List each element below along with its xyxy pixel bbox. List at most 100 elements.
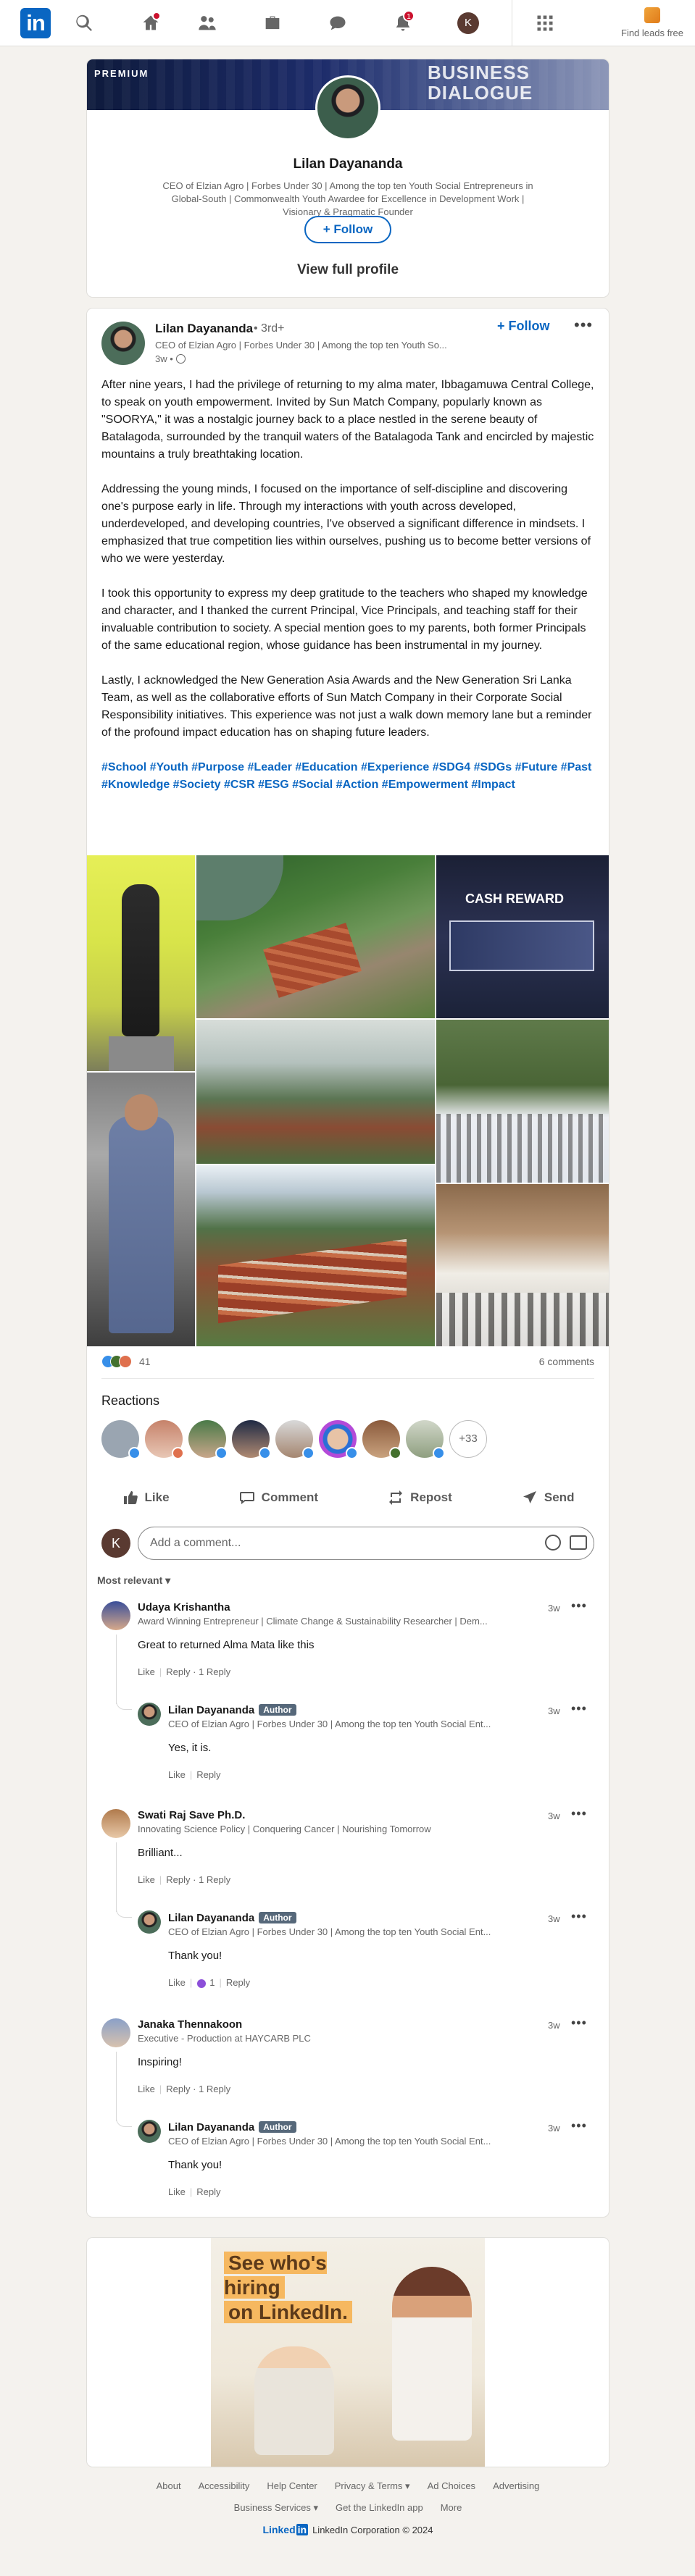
ad-card[interactable]: See who's hiring on LinkedIn. bbox=[87, 2238, 609, 2467]
commenter-name[interactable]: Janaka Thennakoon bbox=[138, 2018, 242, 2031]
footer-link-privacy-terms[interactable]: Privacy & Terms ▾ bbox=[335, 2480, 410, 2492]
reactions-count[interactable]: 41 bbox=[139, 1356, 151, 1367]
reply-more-icon[interactable]: ••• bbox=[571, 2118, 587, 2134]
follow-button[interactable]: + Follow bbox=[304, 216, 391, 243]
footer-link-advertising[interactable]: Advertising bbox=[493, 2480, 539, 2492]
me-menu[interactable]: K bbox=[455, 10, 481, 36]
like-button[interactable]: Like bbox=[122, 1480, 170, 1516]
photo-statue[interactable] bbox=[87, 855, 195, 1071]
comments-count[interactable]: 6 comments bbox=[539, 1356, 594, 1367]
commenter-name[interactable]: Swati Raj Save Ph.D. bbox=[138, 1809, 245, 1821]
find-leads-link[interactable]: Find leads free bbox=[616, 7, 688, 38]
comment-like-link[interactable]: Like bbox=[138, 2084, 155, 2094]
more-reactors-button[interactable]: +33 bbox=[449, 1420, 487, 1458]
photo-aerial-campus[interactable] bbox=[196, 1165, 435, 1346]
reactor-avatar[interactable] bbox=[362, 1420, 401, 1459]
comment-like-link[interactable]: Like bbox=[138, 1666, 155, 1677]
reply-reply-link[interactable]: Reply bbox=[196, 1769, 220, 1780]
photo-aerial-school[interactable] bbox=[196, 855, 435, 1018]
comment-time: 3w bbox=[548, 1603, 560, 1614]
reactor-avatar[interactable] bbox=[188, 1420, 228, 1459]
reply-author-name[interactable]: Lilan Dayananda Author bbox=[168, 1704, 296, 1716]
comment-reply-link[interactable]: Reply bbox=[166, 2084, 190, 2094]
reply-author-avatar[interactable] bbox=[138, 1703, 161, 1726]
commenter-avatar[interactable] bbox=[101, 2018, 130, 2047]
comment-sort-dropdown[interactable]: Most relevant ▾ bbox=[97, 1574, 170, 1587]
like-badge-icon bbox=[128, 1447, 141, 1459]
reply-author-avatar[interactable] bbox=[138, 2120, 161, 2143]
comment-more-icon[interactable]: ••• bbox=[571, 1806, 587, 1821]
reply-count[interactable]: · 1 Reply bbox=[193, 2084, 230, 2094]
photo-speech-podium[interactable] bbox=[436, 1184, 609, 1346]
post-author-name[interactable]: Lilan Dayananda bbox=[155, 322, 253, 336]
reply-more-icon[interactable]: ••• bbox=[571, 1701, 587, 1716]
search-icon[interactable] bbox=[71, 10, 97, 36]
post-photo-grid[interactable]: CASH REWARD bbox=[87, 855, 609, 1346]
reply-like-link[interactable]: Like bbox=[168, 1769, 186, 1780]
comment-reply-link[interactable]: Reply bbox=[166, 1666, 190, 1677]
footer-link-about[interactable]: About bbox=[157, 2480, 181, 2492]
profile-photo[interactable] bbox=[315, 75, 380, 140]
reply-author-avatar[interactable] bbox=[138, 1910, 161, 1934]
reply-author-name[interactable]: Lilan Dayananda Author bbox=[168, 1912, 296, 1924]
comment-button[interactable]: Comment bbox=[238, 1480, 318, 1516]
post-hashtags[interactable]: #School #Youth #Purpose #Leader #Educati… bbox=[101, 759, 594, 794]
linkedin-logo[interactable]: in bbox=[20, 8, 51, 38]
post-more-options-icon[interactable]: ••• bbox=[574, 316, 593, 335]
photo-mountain-view[interactable] bbox=[196, 1020, 435, 1164]
comment-reply-link[interactable]: Reply bbox=[166, 1874, 190, 1885]
repost-button[interactable]: Repost bbox=[387, 1480, 452, 1516]
comment-more-icon[interactable]: ••• bbox=[571, 1598, 587, 1614]
image-icon[interactable] bbox=[570, 1535, 587, 1550]
reactor-avatar[interactable] bbox=[406, 1420, 445, 1459]
commenter-name[interactable]: Udaya Krishantha bbox=[138, 1601, 230, 1614]
footer-link-accessibility[interactable]: Accessibility bbox=[199, 2480, 250, 2492]
commenter-avatar[interactable] bbox=[101, 1809, 130, 1838]
reactor-avatar[interactable] bbox=[101, 1420, 141, 1459]
reply-reply-link[interactable]: Reply bbox=[226, 1977, 250, 1988]
comment-more-icon[interactable]: ••• bbox=[571, 2015, 587, 2031]
view-full-profile-link[interactable]: View full profile bbox=[87, 262, 609, 278]
home-icon[interactable] bbox=[138, 10, 164, 36]
jobs-icon[interactable] bbox=[259, 10, 286, 36]
reply-author-name[interactable]: Lilan Dayananda Author bbox=[168, 2121, 296, 2134]
reactor-avatar[interactable] bbox=[232, 1420, 271, 1459]
post-follow-button[interactable]: + Follow bbox=[497, 319, 550, 334]
footer-link-more[interactable]: More bbox=[441, 2502, 462, 2514]
author-badge: Author bbox=[259, 1912, 296, 1923]
hiring-ad-image[interactable]: See who's hiring on LinkedIn. bbox=[211, 2238, 485, 2467]
comment-like-link[interactable]: Like bbox=[138, 1874, 155, 1885]
footer-link-ad-choices[interactable]: Ad Choices bbox=[428, 2480, 475, 2492]
post-author-avatar[interactable] bbox=[101, 322, 145, 365]
notifications-bell-icon[interactable]: 1 bbox=[390, 10, 416, 36]
send-button[interactable]: Send bbox=[521, 1480, 574, 1516]
comment-actions: Like | Reply · 1 Reply bbox=[138, 1874, 231, 1885]
footer-link-get-app[interactable]: Get the LinkedIn app bbox=[336, 2502, 423, 2514]
reply-count[interactable]: · 1 Reply bbox=[193, 1666, 230, 1677]
ad-person bbox=[392, 2267, 472, 2441]
reply-like-link[interactable]: Like bbox=[168, 1977, 186, 1988]
apps-grid-icon[interactable] bbox=[532, 10, 558, 36]
photo-students-assembly[interactable] bbox=[436, 1020, 609, 1183]
emoji-icon[interactable] bbox=[545, 1535, 561, 1551]
reply-like-count[interactable]: 1 bbox=[209, 1977, 215, 1988]
statue-figure bbox=[122, 884, 159, 1036]
photo-speaker-portrait[interactable] bbox=[87, 1073, 195, 1346]
reactor-avatar[interactable] bbox=[145, 1420, 184, 1459]
reply-reply-link[interactable]: Reply bbox=[196, 2186, 220, 2197]
reply-more-icon[interactable]: ••• bbox=[571, 1909, 587, 1924]
commenter-avatar[interactable] bbox=[101, 1601, 130, 1630]
my-network-icon[interactable] bbox=[194, 10, 220, 36]
reactor-avatar[interactable] bbox=[275, 1420, 315, 1459]
reaction-icons[interactable] bbox=[101, 1355, 132, 1369]
reply-count[interactable]: · 1 Reply bbox=[193, 1874, 230, 1885]
reactor-avatar[interactable] bbox=[319, 1420, 358, 1459]
profile-name[interactable]: Lilan Dayananda bbox=[87, 156, 609, 172]
reply-like-link[interactable]: Like bbox=[168, 2186, 186, 2197]
photo-award-cheque[interactable]: CASH REWARD bbox=[436, 855, 609, 1018]
footer-link-business-services[interactable]: Business Services ▾ bbox=[234, 2502, 318, 2514]
comment-input[interactable]: Add a comment... bbox=[138, 1527, 594, 1560]
photo-roofs bbox=[263, 923, 362, 998]
messaging-icon[interactable] bbox=[325, 10, 351, 36]
footer-link-help-center[interactable]: Help Center bbox=[267, 2480, 317, 2492]
